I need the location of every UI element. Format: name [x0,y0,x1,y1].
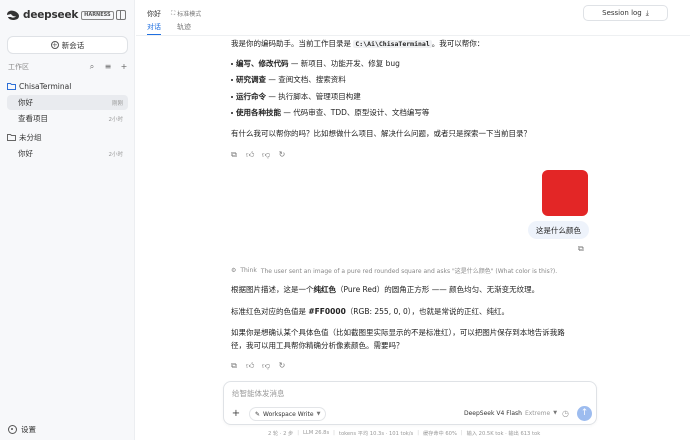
settings-label: 设置 [21,425,36,434]
tab-trace[interactable]: 轨迹 [177,22,191,34]
status-bar: 2 轮 · 2 步 | LLM 26.8s | tokens 平均 10.3s · … [268,430,541,437]
thumbs-up-icon[interactable]: 👍︎ [246,151,254,159]
answer-highlight: 纯红色 [313,285,337,294]
message-composer[interactable]: 给智能体发消息 + ✎ Workspace Write ▼ DeepSeek V… [223,381,597,425]
model-name: DeepSeek V4 Flash [464,410,522,417]
answer-line-2: 标准红色对应的色值是 #FF0000（RGB: 255, 0, 0），也就是常说… [231,307,510,316]
search-icon[interactable]: ⌕ [88,63,96,71]
message-input[interactable]: 给智能体发消息 [232,388,285,399]
group-name: ChisaTerminal [19,82,72,91]
conversation-title-header: 你好 [147,10,161,18]
list-item: 使用各种技能 — 代码审查、TDD、原型设计、文档编写等 [230,108,430,117]
assistant-question: 有什么我可以帮你的吗？比如想做什么项目、解决什么问题，或者只是探索一下当前目录？ [231,129,531,138]
conversation-item[interactable]: 你好 2小时 [7,146,128,161]
think-icon: ⚙ [231,267,237,274]
sort-icon[interactable]: ≡ [104,63,112,71]
mode-tag: ⛶ 标准模式 [171,9,202,19]
conversation-title: 你好 [18,149,33,158]
user-message-bubble: 这是什么颜色 [528,221,589,239]
group-ungrouped[interactable]: 未分组 [7,132,129,143]
conversation-time: 2小时 [108,151,124,158]
brand-name: deepseek [23,9,79,21]
header-divider [136,35,690,36]
user-image-red-square[interactable] [542,170,588,216]
plus-circle-icon: + [50,41,59,49]
sidebar-collapse-icon[interactable] [116,10,126,20]
brand: deepseek HARNESS [6,9,114,21]
list-item: 研究调查 — 查阅文档、搜索资料 [231,75,346,84]
folder-icon [7,134,16,141]
conversation-time: 刚刚 [111,100,123,107]
workdir-code: C:\Ai\ChisaTerminal [353,40,432,48]
answer-line-1: 根据图片描述，这是一个纯红色（Pure Red）的圆角正方形 —— 颜色均匀、无… [231,285,540,294]
tab-chat[interactable]: 对话 [147,22,161,35]
folder-icon [7,83,16,90]
conversation-title: 你好 [18,98,33,107]
effort-level: Extreme [524,410,551,417]
deepseek-whale-icon [7,10,19,20]
message-actions: ⧉ 👍︎ 👎︎ ↻ [230,151,286,159]
status-io: 输入 20.5K tok · 输出 613 tok [466,431,541,437]
session-log-button[interactable]: Session log ⤓ [583,5,668,21]
think-summary: The user sent an image of a pure red rou… [260,268,558,275]
mode-icon: ⛶ [171,9,176,17]
think-block[interactable]: ⚙ Think The user sent an image of a pure… [231,266,557,275]
copy-icon[interactable]: ⧉ [230,362,238,370]
brand-tag: HARNESS [81,10,114,20]
conversation-item[interactable]: 你好 刚刚 [7,95,128,110]
chevron-down-icon: ▼ [316,411,321,417]
conversation-time: 2小时 [108,116,124,123]
model-select[interactable]: DeepSeek V4 Flash Extreme ▼ [464,410,557,417]
intro-text-a: 我是你的编码助手。当前工作目录是 [231,39,351,48]
status-llm: LLM 26.8s [302,430,330,436]
new-chat-button[interactable]: + 新会话 [7,36,128,54]
retry-icon[interactable]: ↻ [278,151,286,159]
new-chat-label: 新会话 [61,40,85,50]
conversation-item[interactable]: 查看项目 2小时 [7,111,128,126]
intro-text-b: 。我可以帮你： [431,39,485,48]
chevron-down-icon: ▼ [553,410,558,416]
permission-select[interactable]: ✎ Workspace Write ▼ [249,407,327,421]
workspace-label: 工作区 [8,63,29,71]
session-log-label: Session log [602,9,642,17]
mode-label: 标准模式 [177,11,202,18]
answer-line-3: 如果你是想确认某个具体色值（比如截图里实际显示的不是标准红），可以把图片保存到本… [231,328,565,337]
gear-icon [8,425,17,434]
group-chisaterminal[interactable]: ChisaTerminal [7,82,129,91]
status-tokens: tokens 平均 10.3s · 101 tok/s [338,431,414,437]
retry-icon[interactable]: ↻ [278,362,286,370]
user-message-text: 这是什么颜色 [536,225,581,235]
thumbs-down-icon[interactable]: 👎︎ [262,362,270,370]
workspace-header: 工作区 ⌕ ≡ + [8,62,128,72]
list-item: 运行命令 — 执行脚本、管理项目构建 [231,92,361,101]
copy-icon[interactable]: ⧉ [230,151,238,159]
add-folder-icon[interactable]: + [120,63,128,71]
status-turns: 2 轮 · 2 步 [268,431,294,437]
clock-icon[interactable]: ◷ [562,409,569,418]
conversation-title: 查看项目 [18,114,48,123]
workspace-write-icon: ✎ [255,410,261,418]
hex-value: #FF0000 [308,307,346,316]
copy-icon[interactable]: ⧉ [578,245,586,253]
list-item: 编写、修改代码 — 新项目、功能开发、修复 bug [231,59,400,68]
settings-button[interactable]: 设置 [8,424,36,435]
main-header: 你好 ⛶ 标准模式 对话 轨迹 Session log ⤓ [136,0,690,36]
thumbs-up-icon[interactable]: 👍︎ [246,362,254,370]
think-label: Think [240,267,257,274]
sidebar: deepseek HARNESS + 新会话 工作区 ⌕ ≡ + ChisaTe… [0,0,135,440]
permission-label: Workspace Write [263,410,314,418]
download-icon: ⤓ [645,8,649,17]
status-cache: 缓存命中 60% [422,431,457,437]
message-actions: ⧉ 👍︎ 👎︎ ↻ [230,362,286,370]
thumbs-down-icon[interactable]: 👎︎ [262,151,270,159]
add-attachment-button[interactable]: + [230,408,242,420]
group-name: 未分组 [19,133,42,142]
intro-line: 我是你的编码助手。当前工作目录是 C:\Ai\ChisaTerminal 。我可以… [231,38,484,50]
answer-line-4: 径，我可以用工具帮你精确分析像素颜色。需要吗？ [231,341,404,350]
send-button[interactable]: ↑ [577,406,592,421]
